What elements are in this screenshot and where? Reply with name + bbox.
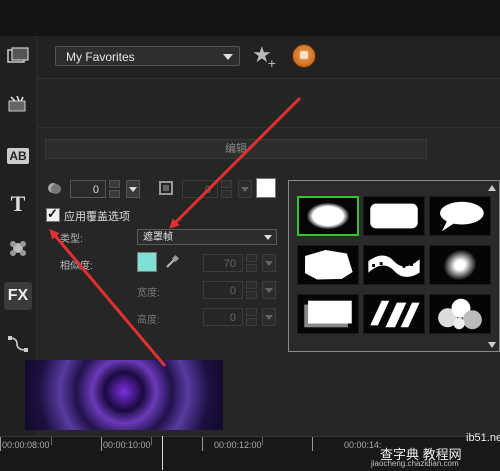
apply-overlay-label: 应用覆盖选项: [64, 211, 130, 223]
title-button[interactable]: AB: [4, 142, 32, 170]
favorites-dropdown[interactable]: My Favorites: [55, 46, 240, 66]
shape-film-strip[interactable]: [363, 245, 425, 285]
similarity-dropdown[interactable]: [262, 254, 276, 272]
shape-soft-oval[interactable]: [429, 245, 491, 285]
timecode-1: 00:00:08:00: [2, 440, 50, 450]
width-stepper[interactable]: [246, 281, 257, 299]
shape-speech-bubble[interactable]: [429, 196, 491, 236]
height-label: 高度:: [137, 315, 160, 326]
apply-overlay-checkbox[interactable]: [46, 206, 60, 222]
eyedropper-icon[interactable]: [164, 254, 180, 270]
border-icon: [159, 181, 173, 195]
star-plus-icon: ★+: [252, 42, 276, 71]
media-library-button[interactable]: [4, 42, 32, 70]
shape-stacked-frames[interactable]: [297, 294, 359, 334]
height-dropdown[interactable]: [262, 308, 276, 326]
organize-library-button[interactable]: [292, 44, 316, 68]
soft-oval-mask-icon: [443, 249, 477, 281]
favorites-selected: My Favorites: [66, 50, 135, 64]
path-icon: [8, 336, 28, 352]
width-label: 宽度:: [137, 288, 160, 299]
library-strip: [37, 79, 500, 128]
scroll-up-icon[interactable]: [488, 185, 496, 191]
timecode-4: 00:00:14:: [344, 440, 382, 450]
opacity-stepper[interactable]: [109, 180, 120, 198]
type-value: 遮罩帧: [143, 232, 173, 243]
width-value-field[interactable]: 0: [203, 281, 243, 299]
chevron-down-icon: [223, 54, 233, 60]
shape-bubbles[interactable]: [429, 294, 491, 334]
fx-button[interactable]: FX: [4, 282, 32, 310]
shape-torn-paper[interactable]: [297, 245, 359, 285]
height-value-field[interactable]: 0: [203, 308, 243, 326]
edit-tab[interactable]: 编辑: [45, 139, 427, 159]
film-strip-mask-icon: [368, 255, 420, 277]
top-toolbar: [0, 0, 500, 37]
mask-shape-gallery: [288, 180, 500, 352]
stacked-frames-mask-icon: [304, 300, 352, 328]
preview-thumbnail: [25, 360, 223, 430]
similarity-stepper[interactable]: [246, 254, 257, 272]
text-button[interactable]: T: [4, 190, 32, 218]
shape-oval[interactable]: [297, 196, 359, 236]
media-icon: [7, 47, 29, 63]
playhead[interactable]: [162, 436, 163, 470]
instant-project-icon: [8, 95, 26, 112]
chevron-down-icon: [264, 235, 272, 240]
timecode-2: 00:00:10:00: [103, 440, 151, 450]
transition-icon: [10, 241, 26, 256]
similarity-label: 相似度:: [60, 261, 93, 272]
watermark-site: ib51.net: [466, 432, 500, 444]
border-dropdown[interactable]: [238, 180, 252, 198]
opacity-value-field[interactable]: 0: [70, 180, 106, 198]
fx-icon: FX: [7, 287, 29, 304]
border-color-swatch[interactable]: [256, 178, 276, 198]
bubbles-mask-icon: [438, 298, 482, 330]
rounded-rect-mask-icon: [370, 203, 418, 229]
instant-project-button[interactable]: [4, 90, 32, 118]
shape-slanted-bars[interactable]: [363, 294, 425, 334]
speech-bubble-mask-icon: [440, 201, 484, 232]
similarity-value-field[interactable]: 70: [203, 254, 243, 272]
path-button[interactable]: [4, 330, 32, 358]
opacity-dropdown[interactable]: [126, 180, 140, 198]
watermark-line2: jiaocheng.chazidian.com: [371, 459, 459, 468]
scroll-down-icon[interactable]: [488, 342, 496, 348]
shape-rounded-rect[interactable]: [363, 196, 425, 236]
favorites-row: My Favorites ★+: [37, 36, 500, 79]
oval-mask-icon: [306, 202, 350, 230]
opacity-icon: [48, 183, 61, 194]
library-icon: [300, 51, 308, 59]
border-stepper[interactable]: [221, 180, 232, 198]
type-label: 类型:: [60, 234, 83, 245]
mask-color-swatch[interactable]: [137, 252, 157, 272]
type-select[interactable]: 遮罩帧: [137, 229, 277, 245]
transition-button[interactable]: [4, 234, 32, 262]
width-dropdown[interactable]: [262, 281, 276, 299]
border-value-field[interactable]: 0: [182, 180, 218, 198]
torn-paper-mask-icon: [304, 249, 353, 280]
add-to-favorites-button[interactable]: ★+: [252, 42, 280, 71]
title-ab-icon: AB: [7, 148, 29, 164]
height-stepper[interactable]: [246, 308, 257, 326]
timecode-3: 00:00:12:00: [214, 440, 262, 450]
text-t-icon: T: [10, 191, 26, 216]
slanted-bars-mask-icon: [370, 300, 420, 328]
